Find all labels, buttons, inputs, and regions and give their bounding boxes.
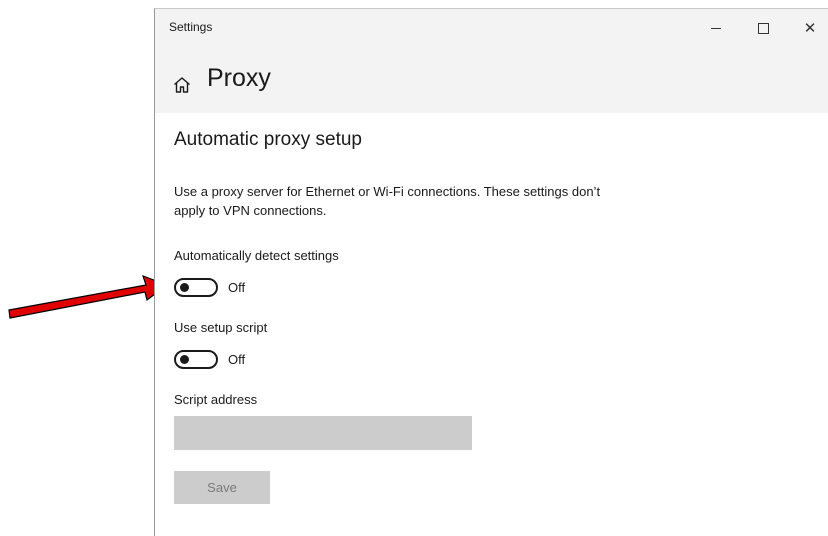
- window-title: Settings: [169, 20, 213, 34]
- page-title: Proxy: [207, 64, 271, 92]
- settings-window: Settings ✕ Proxy Automatic proxy setup U…: [154, 8, 828, 536]
- auto-detect-label: Automatically detect settings: [174, 248, 339, 263]
- maximize-button[interactable]: [740, 9, 786, 47]
- script-address-label: Script address: [174, 392, 258, 407]
- close-button[interactable]: ✕: [787, 9, 828, 47]
- minimize-icon: [711, 27, 721, 29]
- auto-detect-state: Off: [228, 280, 246, 295]
- script-address-input[interactable]: [174, 416, 472, 450]
- screenshot-stage: Settings ✕ Proxy Automatic proxy setup U…: [0, 0, 828, 536]
- section-title: Automatic proxy setup: [174, 129, 362, 150]
- maximize-icon: [757, 22, 769, 34]
- toggle-knob: [180, 355, 189, 364]
- auto-detect-toggle[interactable]: [174, 278, 218, 297]
- setup-script-toggle[interactable]: [174, 350, 218, 369]
- minimize-button[interactable]: [693, 9, 739, 47]
- auto-detect-row: Off: [174, 278, 245, 297]
- toggle-knob: [180, 283, 189, 292]
- section-description: Use a proxy server for Ethernet or Wi-Fi…: [174, 184, 601, 218]
- setup-script-label: Use setup script: [174, 320, 268, 335]
- setup-script-state: Off: [228, 352, 246, 367]
- title-bar: Settings ✕: [155, 9, 828, 47]
- save-button[interactable]: Save: [174, 471, 270, 504]
- setup-script-row: Off: [174, 350, 245, 369]
- page-header: Proxy: [155, 47, 828, 113]
- home-icon[interactable]: [173, 76, 191, 94]
- close-icon: ✕: [803, 18, 817, 37]
